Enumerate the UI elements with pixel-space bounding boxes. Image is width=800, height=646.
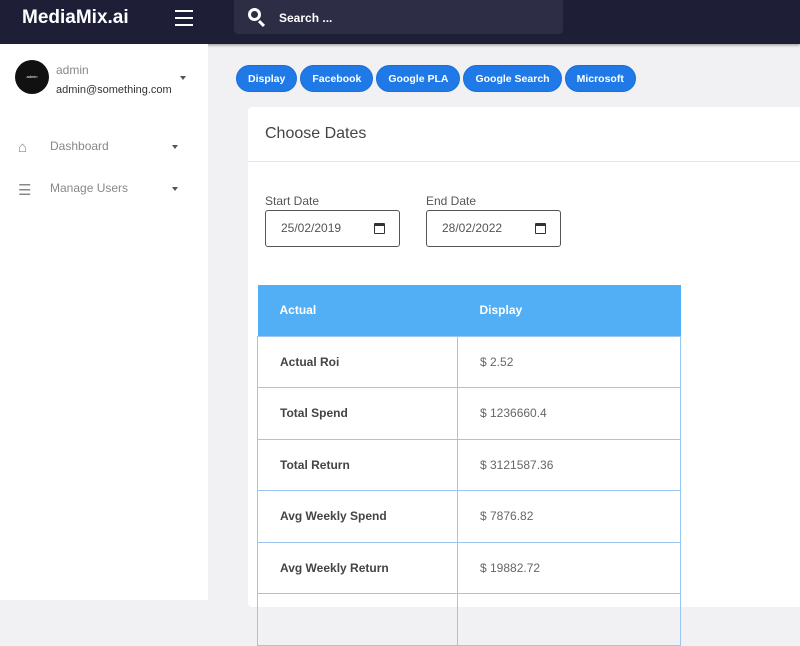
card-title: Choose Dates (265, 125, 367, 142)
sidebar-item-manage-users[interactable]: ☰ Manage Users (0, 171, 208, 207)
sidebar: admin admin admin@something.com ⌂ Dashbo… (0, 44, 208, 600)
search-input[interactable]: Search ... (234, 0, 563, 34)
metric-value: $ 1236660.4 (457, 387, 681, 440)
table-row: Avg Weekly Return $ 19882.72 (257, 541, 681, 594)
metric-value: $ 7876.82 (457, 490, 681, 543)
user-menu-caret-icon[interactable] (180, 76, 186, 80)
metrics-table: Actual Display Actual Roi $ 2.52 Total Sp… (257, 285, 681, 646)
column-header: Actual (257, 285, 458, 336)
metric-name: Avg Weekly Spend (257, 490, 458, 543)
metric-name: Total Return (257, 438, 458, 491)
metric-value: $ 2.52 (457, 335, 681, 388)
table-row: Total Spend $ 1236660.4 (257, 387, 681, 440)
calendar-icon[interactable] (374, 223, 385, 234)
metric-value: $ 3121587.36 (457, 438, 681, 491)
metric-name: Actual Roi (257, 335, 458, 388)
metric-name: Total Spend (257, 387, 458, 440)
metric-name (257, 593, 458, 646)
search-icon (248, 8, 261, 21)
end-date-label: End Date (426, 194, 477, 208)
metric-value (457, 593, 681, 646)
table-row: Avg Weekly Spend $ 7876.82 (257, 490, 681, 543)
tab-google-search[interactable]: Google Search (463, 65, 562, 92)
table-row (257, 593, 681, 646)
home-icon: ⌂ (18, 139, 28, 156)
sidebar-item-dashboard[interactable]: ⌂ Dashboard (0, 129, 208, 165)
user-name: admin (56, 63, 89, 77)
start-date-label: Start Date (265, 194, 320, 208)
sidebar-item-label: Dashboard (50, 139, 109, 153)
menu-toggle-icon[interactable] (175, 10, 193, 31)
tab-google-pla[interactable]: Google PLA (376, 65, 461, 92)
chevron-down-icon (172, 187, 178, 191)
app-logo[interactable]: MediaMix.ai (22, 7, 129, 29)
tab-display[interactable]: Display (236, 65, 298, 92)
table-row: Actual Roi $ 2.52 (257, 335, 681, 388)
metric-value: $ 19882.72 (457, 541, 681, 594)
user-email: admin@something.com (56, 84, 172, 96)
table-row: Total Return $ 3121587.36 (257, 438, 681, 491)
tab-facebook[interactable]: Facebook (300, 65, 374, 92)
tab-microsoft[interactable]: Microsoft (564, 65, 636, 92)
top-bar: MediaMix.ai Search ... (0, 0, 800, 44)
start-date-input[interactable]: 25/02/2019 (265, 210, 400, 247)
choose-dates-card: Choose Dates Start Date 25/02/2019 End D… (248, 107, 800, 646)
column-header: Display (457, 285, 681, 336)
search-placeholder: Search ... (279, 11, 333, 25)
start-date-value: 25/02/2019 (281, 221, 342, 235)
chevron-down-icon (172, 145, 178, 149)
divider (248, 161, 800, 162)
sidebar-item-label: Manage Users (50, 181, 129, 195)
end-date-input[interactable]: 28/02/2022 (426, 210, 561, 247)
calendar-icon[interactable] (535, 223, 546, 234)
layers-icon: ☰ (18, 182, 32, 199)
avatar: admin (15, 60, 49, 94)
end-date-value: 28/02/2022 (442, 221, 503, 235)
metric-name: Avg Weekly Return (257, 541, 458, 594)
channel-tabs: Display Facebook Google PLA Google Searc… (236, 65, 636, 92)
